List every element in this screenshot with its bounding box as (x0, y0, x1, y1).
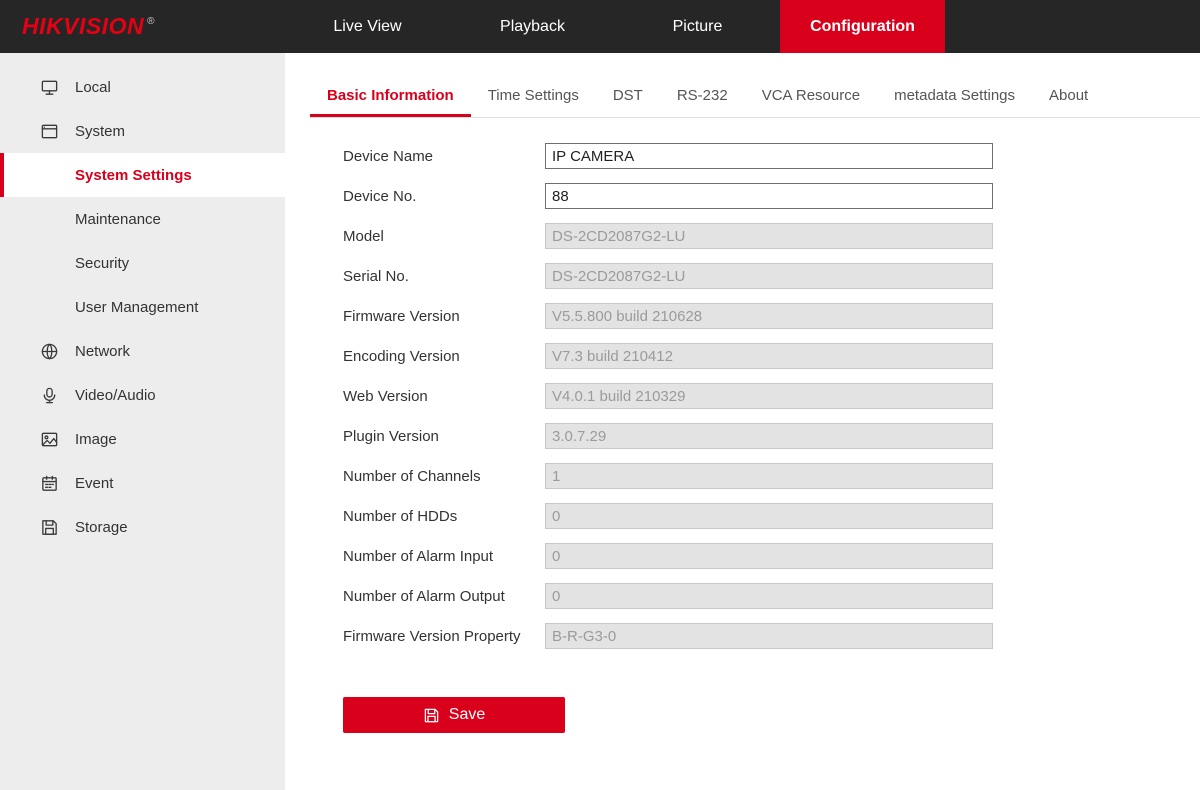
form-row: Encoding Version (343, 343, 1200, 369)
sidebar-subitem-label: System Settings (75, 166, 192, 184)
sidebar-item-label: Image (75, 430, 117, 448)
logo-registered-mark: ® (147, 16, 155, 27)
device-no-input[interactable] (545, 183, 993, 209)
form-row: Web Version (343, 383, 1200, 409)
sidebar-item-local[interactable]: Local (0, 65, 285, 109)
main-nav: Live View Playback Picture Configuration (285, 0, 945, 53)
form-row: Model (343, 223, 1200, 249)
sidebar-item-label: Storage (75, 518, 128, 536)
tab-rs232[interactable]: RS-232 (660, 76, 745, 117)
field-label: Firmware Version (343, 307, 460, 325)
form-row: Number of Alarm Input (343, 543, 1200, 569)
form-row: Device Name (343, 143, 1200, 169)
monitor-icon (40, 78, 59, 97)
audio-icon (40, 386, 59, 405)
firmware-version-property-field (545, 623, 993, 649)
form-row: Firmware Version Property (343, 623, 1200, 649)
sidebar-item-label: Event (75, 474, 114, 492)
number-of-hdds-field (545, 503, 993, 529)
form-row: Number of Alarm Output (343, 583, 1200, 609)
form-row: Number of Channels (343, 463, 1200, 489)
field-label: Plugin Version (343, 427, 439, 445)
sidebar-item-event[interactable]: Event (0, 461, 285, 505)
sidebar-item-network[interactable]: Network (0, 329, 285, 373)
field-label: Encoding Version (343, 347, 460, 365)
sidebar-item-system[interactable]: System (0, 109, 285, 153)
calendar-icon (40, 474, 59, 493)
field-label: Device No. (343, 187, 417, 205)
sidebar-subitem-label: Maintenance (75, 210, 161, 228)
field-label: Model (343, 227, 384, 245)
field-label: Device Name (343, 147, 434, 165)
save-button[interactable]: Save (343, 697, 565, 733)
tab-vca-resource[interactable]: VCA Resource (745, 76, 877, 117)
number-of-channels-field (545, 463, 993, 489)
field-label: Number of Alarm Input (343, 547, 494, 565)
field-label: Firmware Version Property (343, 627, 521, 645)
number-of-alarm-input-field (545, 543, 993, 569)
plugin-version-field (545, 423, 993, 449)
form-row: Firmware Version (343, 303, 1200, 329)
tab-bar: Basic Information Time Settings DST RS-2… (310, 76, 1200, 118)
field-label: Serial No. (343, 267, 409, 285)
nav-live-view[interactable]: Live View (285, 0, 450, 53)
sidebar-item-maintenance[interactable]: Maintenance (0, 197, 285, 241)
web-version-field (545, 383, 993, 409)
top-navigation-bar: HIKVISION ® Live View Playback Picture C… (0, 0, 1200, 53)
encoding-version-field (545, 343, 993, 369)
logo-text: HIKVISION (22, 13, 145, 39)
disk-icon (40, 518, 59, 537)
sidebar-item-user-management[interactable]: User Management (0, 285, 285, 329)
form-row: Plugin Version (343, 423, 1200, 449)
sidebar-item-video-audio[interactable]: Video/Audio (0, 373, 285, 417)
sidebar-item-label: System (75, 122, 126, 140)
nav-playback[interactable]: Playback (450, 0, 615, 53)
device-name-input[interactable] (545, 143, 993, 169)
sidebar-item-label: Local (75, 78, 111, 96)
sidebar-item-system-settings[interactable]: System Settings (0, 153, 285, 197)
model-field (545, 223, 993, 249)
system-icon (40, 122, 59, 141)
form-row: Device No. (343, 183, 1200, 209)
sidebar-item-label: Network (75, 342, 131, 360)
tab-dst[interactable]: DST (596, 76, 660, 117)
form-row: Number of HDDs (343, 503, 1200, 529)
tab-metadata-settings[interactable]: metadata Settings (877, 76, 1032, 117)
field-label: Number of Channels (343, 467, 481, 485)
form-row: Serial No. (343, 263, 1200, 289)
sidebar-item-image[interactable]: Image (0, 417, 285, 461)
tab-time-settings[interactable]: Time Settings (471, 76, 596, 117)
tab-basic-information[interactable]: Basic Information (310, 76, 471, 117)
field-label: Number of Alarm Output (343, 587, 505, 605)
field-label: Web Version (343, 387, 428, 405)
sidebar-item-security[interactable]: Security (0, 241, 285, 285)
sidebar-item-storage[interactable]: Storage (0, 505, 285, 549)
nav-picture[interactable]: Picture (615, 0, 780, 53)
sidebar: Local System System Settings Maintenance… (0, 53, 285, 790)
serial-no-field (545, 263, 993, 289)
main-content: Basic Information Time Settings DST RS-2… (285, 53, 1200, 790)
save-icon (423, 707, 440, 724)
image-icon (40, 430, 59, 449)
sidebar-item-label: Video/Audio (75, 386, 156, 404)
sidebar-subitem-label: User Management (75, 298, 199, 316)
number-of-alarm-output-field (545, 583, 993, 609)
sidebar-subitem-label: Security (75, 254, 130, 272)
save-button-label: Save (448, 706, 486, 723)
field-label: Number of HDDs (343, 507, 458, 525)
hikvision-logo: HIKVISION ® (0, 0, 285, 53)
globe-icon (40, 342, 59, 361)
basic-information-form: Device Name Device No. Model Serial No. … (343, 143, 1200, 649)
firmware-version-field (545, 303, 993, 329)
tab-about[interactable]: About (1032, 76, 1105, 117)
nav-configuration[interactable]: Configuration (780, 0, 945, 53)
